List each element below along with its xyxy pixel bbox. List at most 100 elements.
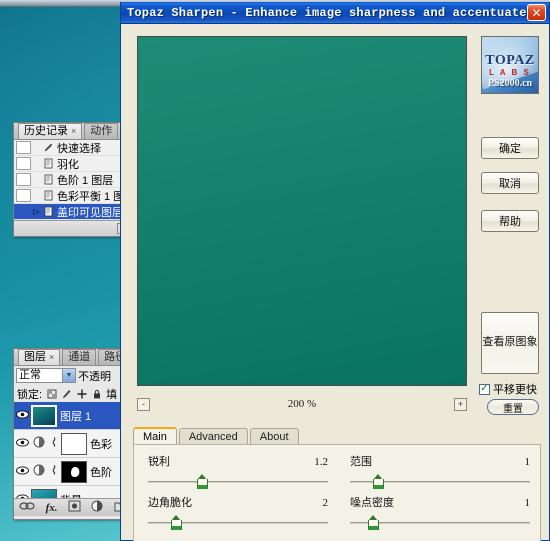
zoom-in-button[interactable]: + [454,398,467,411]
fx-icon[interactable]: fx. [46,502,58,514]
list-item[interactable]: 快速选择 [14,140,130,156]
slider-sharpen: 锐利 1.2 [148,453,328,489]
slider-noise-density: 噪点密度 1 [350,494,530,530]
zoom-controls: - 200 % + [137,394,467,414]
close-icon[interactable]: × [71,126,76,136]
cancel-button[interactable]: 取消 [481,172,539,194]
reset-button[interactable]: 重置 [487,399,539,415]
dialog-titlebar[interactable]: Topaz Sharpen - Enhance image sharpness … [121,2,549,24]
table-row-label: 色阶 [90,464,112,480]
pan-faster-label: 平移更快 [493,381,537,397]
pan-faster-checkbox-row[interactable]: ✓ 平移更快 [479,381,550,397]
list-item[interactable]: 色彩平衡 1 图 [14,188,130,204]
view-original-image-button[interactable]: 查看原图象 [481,312,539,374]
tab-main[interactable]: Main [133,427,177,445]
image-preview[interactable] [138,37,466,385]
chevron-down-icon[interactable]: ▼ [62,369,75,382]
tab-advanced[interactable]: Advanced [179,428,248,445]
slider-radius: 范围 1 [350,453,530,489]
brush-icon [41,142,55,154]
eye-icon[interactable] [14,438,31,450]
fill-label: 填 [106,386,117,402]
tab-history[interactable]: 历史记录× [18,123,82,139]
blend-mode-select[interactable]: 正常 ▼ [16,368,76,383]
table-row[interactable]: 背景 [14,486,132,498]
layer-thumbnail[interactable] [31,405,57,427]
slider-header: 范围 1 [350,453,530,469]
slider-handle[interactable] [373,474,384,489]
image-preview-frame[interactable] [137,36,467,386]
link-icon[interactable] [19,501,35,514]
table-row[interactable]: 色彩 [14,430,132,458]
close-icon[interactable]: × [49,352,54,362]
table-row-label: 图层 1 [60,408,91,424]
lock-transparency-icon[interactable] [46,388,57,399]
history-snapshot-checkbox[interactable] [16,157,31,170]
table-row-label: 色彩 [90,436,112,452]
history-snapshot-checkbox[interactable] [16,173,31,186]
slider-header: 噪点密度 1 [350,494,530,510]
list-item-selected[interactable]: ▷ 盖印可见图层 [14,204,130,220]
lock-position-move-icon[interactable] [76,388,87,399]
document-icon [41,158,55,170]
tab-about[interactable]: About [250,428,299,445]
tab-layers-label: 图层 [24,351,46,363]
mask-icon[interactable] [68,500,81,515]
layers-list[interactable]: 图层 1 色彩 [14,402,132,498]
layer-thumbnail[interactable] [31,489,57,499]
slider-track[interactable] [148,473,328,489]
adjustment-layer-icon [31,464,46,479]
tab-layers[interactable]: 图层× [18,349,60,365]
tab-channels[interactable]: 通道 [62,349,96,365]
slider-value: 1 [525,497,531,509]
table-row[interactable]: 图层 1 [14,402,132,430]
slider-track[interactable] [350,473,530,489]
document-icon [41,174,55,186]
history-arrow-icon: ▷ [32,207,41,216]
eye-icon[interactable] [14,494,31,499]
layer-mask-thumbnail[interactable] [61,433,87,455]
list-item[interactable]: 羽化 [14,156,130,172]
eye-icon[interactable] [14,466,31,478]
topaz-labs-logo: TOPAZ L A B S PS2000.cn [481,36,539,94]
tab-actions[interactable]: 动作 [84,123,118,139]
slider-header: 边角脆化 2 [148,494,328,510]
zoom-out-button[interactable]: - [137,398,150,411]
history-snapshot-checkbox[interactable] [16,141,31,154]
history-snapshot-checkbox[interactable] [16,189,31,202]
adjustment-icon[interactable] [91,500,103,515]
slider-edge-crispness: 边角脆化 2 [148,494,328,530]
opacity-label: 不透明 [78,368,111,384]
ok-button[interactable]: 确定 [481,137,539,159]
help-button[interactable]: 帮助 [481,210,539,232]
slider-label: 范围 [350,453,372,469]
slider-handle[interactable] [197,474,208,489]
lock-image-brush-icon[interactable] [61,388,72,399]
dialog-body: - 200 % + TOPAZ L A B S PS2000.cn 确定 取消 … [121,24,549,540]
slider-track[interactable] [350,514,530,530]
logo-sub-text: L A B S [482,68,538,77]
list-item-label: 色阶 1 图层 [57,172,113,188]
link-mask-icon[interactable] [46,464,61,479]
dialog-title: Topaz Sharpen - Enhance image sharpness … [127,6,527,20]
close-icon[interactable]: ✕ [527,4,546,21]
link-mask-icon[interactable] [46,436,61,451]
eye-icon[interactable] [14,410,31,422]
blend-mode-value: 正常 [19,369,41,382]
lock-all-padlock-icon[interactable] [91,388,102,399]
history-panel-footer [14,220,130,236]
layer-mask-thumbnail[interactable] [61,461,87,483]
layers-options-row: 正常 ▼ 不透明 [14,366,132,385]
slider-value: 1 [525,456,531,468]
layers-panel-footer: fx. [14,498,132,516]
table-row[interactable]: 色阶 [14,458,132,486]
checkbox-icon[interactable]: ✓ [479,384,490,395]
list-item-label: 色彩平衡 1 图 [57,188,124,204]
list-item[interactable]: 色阶 1 图层 [14,172,130,188]
slider-handle[interactable] [368,515,379,530]
logo-site-text: PS2000.cn [482,78,538,89]
history-list[interactable]: 快速选择 羽化 色阶 1 图层 色彩平衡 1 图 [14,140,130,220]
slider-track[interactable] [148,514,328,530]
slider-handle[interactable] [171,515,182,530]
lock-row-label: 锁定: [17,386,42,402]
